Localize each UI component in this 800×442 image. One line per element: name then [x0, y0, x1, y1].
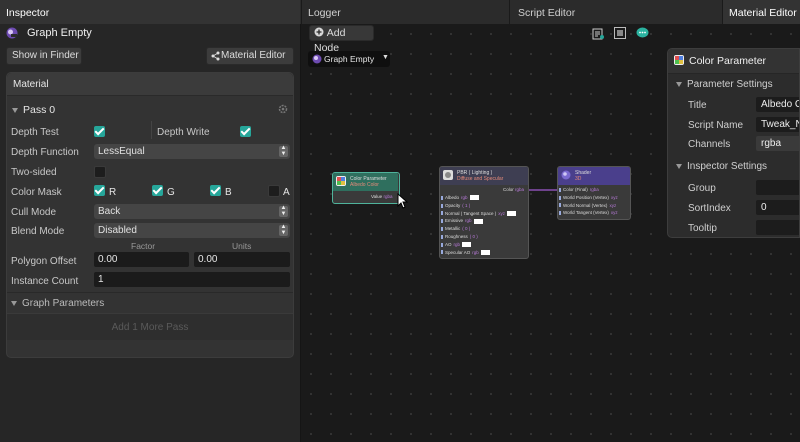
port-type: rgb	[461, 195, 468, 200]
input-port[interactable]: Albedo rgb	[441, 195, 479, 201]
group-label: Group	[688, 183, 716, 194]
port-type: xyz	[609, 202, 617, 208]
port-connector-icon	[441, 250, 443, 255]
port-connector-icon	[441, 234, 443, 239]
port-connector-icon	[441, 242, 443, 247]
port-connector-icon	[441, 195, 443, 200]
node-shader[interactable]: Shader 3D Color (Final) rgba World Positio…	[557, 166, 631, 220]
port-type: rgb	[472, 249, 479, 255]
port-connector-icon	[559, 195, 561, 200]
port-type: rgba	[515, 187, 525, 192]
port-type: rgb	[453, 241, 461, 247]
port-type: rgb	[465, 218, 472, 224]
tooltip-label: Tooltip	[688, 223, 717, 234]
group-input[interactable]	[756, 180, 799, 195]
port-label: Albedo	[445, 195, 460, 200]
port-type: rgba	[383, 194, 393, 199]
port-label: Value	[371, 194, 383, 199]
script-name-label: Script Name	[688, 120, 744, 131]
input-port[interactable]: World Normal (Vertex) xyz	[559, 203, 616, 208]
port-label: Metallic	[445, 226, 461, 232]
inspector-settings-toggle[interactable]: Inspector Settings	[676, 161, 767, 172]
default-value-swatch[interactable]	[506, 210, 516, 216]
port-connector-icon	[441, 211, 443, 216]
node-subtitle: Albedo Color	[350, 182, 379, 188]
parameter-settings-toggle[interactable]: Parameter Settings	[676, 79, 773, 90]
shader-sphere-icon	[561, 170, 571, 180]
title-label: Title	[688, 100, 707, 111]
lighting-icon	[443, 170, 453, 180]
port-connector-icon	[441, 203, 443, 208]
port-label: Normal ( Tangent Space )	[445, 210, 497, 216]
node-color-parameter[interactable]: Color Parameter Albedo Color Value rgba	[332, 172, 400, 204]
disclosure-triangle-icon	[676, 163, 682, 169]
mouse-cursor-icon	[397, 192, 409, 209]
node-pbr-lighting[interactable]: PBR ( Lighting ) Diffuse and Specular Co…	[439, 166, 529, 259]
default-value-swatch[interactable]	[462, 242, 472, 248]
title-input[interactable]: Albedo C	[756, 97, 800, 112]
port-connector-icon	[441, 219, 443, 224]
properties-header: Color Parameter	[668, 49, 799, 74]
port-connector-icon	[559, 187, 561, 192]
channels-select[interactable]: rgba	[756, 136, 799, 151]
port-label: World Position (Vertex)	[563, 194, 609, 200]
default-value-swatch[interactable]	[473, 218, 483, 224]
parameter-settings-label: Parameter Settings	[687, 79, 773, 90]
palette-icon	[336, 176, 346, 186]
channels-label: Channels	[688, 139, 731, 150]
default-value-swatch[interactable]	[480, 249, 490, 255]
node-properties-panel: Color Parameter Parameter Settings Title…	[667, 48, 800, 238]
input-port[interactable]: World Position (Vertex) xyz	[559, 195, 618, 200]
disclosure-triangle-icon	[676, 81, 682, 87]
inspector-settings-label: Inspector Settings	[687, 161, 768, 172]
port-type: ( 0 )	[462, 226, 471, 232]
port-type: ( 0 )	[469, 234, 478, 239]
sort-index-label: SortIndex	[688, 203, 731, 214]
input-port[interactable]: Roughness( 0 )	[441, 234, 478, 239]
output-port-color[interactable]: Color rgba	[503, 187, 524, 192]
port-label: Specular AO	[445, 249, 471, 255]
input-port[interactable]: Metallic( 0 )	[441, 226, 470, 231]
tooltip-input[interactable]	[756, 220, 799, 235]
script-name-value: Tweak_N	[761, 119, 800, 130]
node-subtitle: 3D	[575, 176, 582, 182]
input-port[interactable]: Emissive rgb	[441, 218, 483, 224]
port-label: Color (Final)	[563, 187, 588, 192]
port-label: Color	[503, 187, 514, 192]
input-port[interactable]: Color (Final) rgba	[559, 187, 599, 192]
default-value-swatch[interactable]	[469, 195, 479, 201]
port-label: AO	[445, 241, 452, 247]
port-connector-icon	[559, 211, 561, 216]
port-label: Opacity	[445, 202, 461, 208]
title-value: Albedo C	[761, 99, 800, 110]
script-name-input[interactable]: Tweak_N	[756, 117, 800, 132]
input-port[interactable]: AO rgb	[441, 241, 472, 248]
input-port[interactable]: World Tangent (Vertex) xyz	[559, 210, 618, 215]
palette-icon	[674, 55, 684, 65]
port-type: ( 1 )	[462, 202, 471, 208]
port-label: World Tangent (Vertex)	[563, 210, 609, 216]
port-label: World Normal (Vertex)	[563, 202, 608, 208]
port-type: xyz	[498, 210, 505, 216]
input-port[interactable]: Specular AO rgb	[441, 250, 490, 255]
output-port-value[interactable]: Value rgba	[371, 194, 392, 199]
port-type: xyz	[610, 194, 618, 200]
port-type: rgba	[589, 187, 599, 192]
properties-title: Color Parameter	[689, 55, 767, 67]
port-connector-icon	[441, 227, 443, 231]
channels-value: rgba	[761, 138, 782, 149]
port-label: Roughness	[445, 234, 468, 239]
port-type: xyz	[610, 210, 618, 216]
input-port[interactable]: Normal ( Tangent Space ) xyz	[441, 211, 516, 216]
sort-index-value: 0	[761, 202, 767, 213]
sort-index-input[interactable]: 0	[756, 200, 799, 215]
port-connector-icon	[559, 203, 561, 208]
node-subtitle: Diffuse and Specular	[457, 176, 504, 182]
port-label: Emissive	[445, 218, 464, 224]
input-port[interactable]: Opacity( 1 )	[441, 203, 470, 208]
